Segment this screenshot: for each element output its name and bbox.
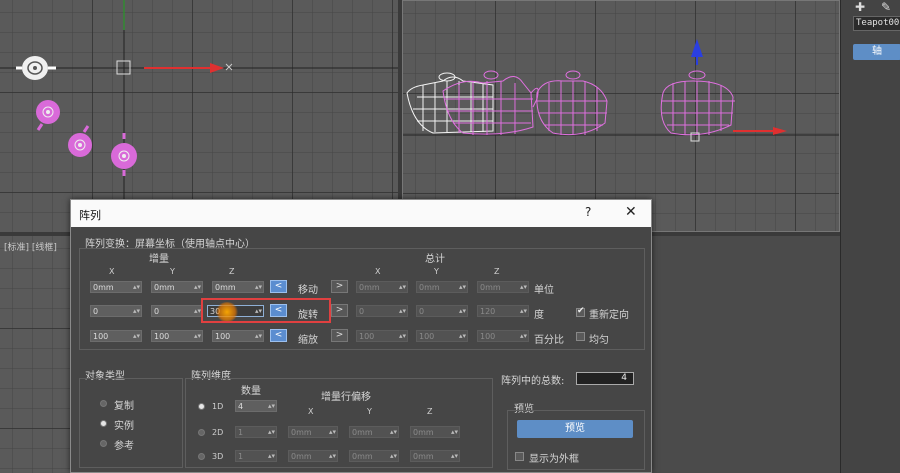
incr-y-header: Y bbox=[170, 267, 175, 276]
front-viewport-scene bbox=[403, 39, 839, 142]
total-in-array-label: 阵列中的总数: bbox=[501, 376, 565, 387]
copy-label: 复制 bbox=[114, 401, 134, 412]
total-rotate-y: 0 ▴▾ bbox=[416, 305, 468, 317]
count-3d: 1 ▴▾ bbox=[235, 450, 277, 462]
total-x-header: X bbox=[375, 267, 381, 276]
array-dialog: 阵列 ? ✕ 阵列变换：屏幕坐标（使用轴点中心） 增量 总计 X Y Z X Y… bbox=[70, 199, 652, 473]
count-1d[interactable]: 4 ▴▾ bbox=[235, 400, 277, 412]
teapot-pink-top-2[interactable] bbox=[68, 125, 92, 157]
incr-rotate-x[interactable]: 0 ▴▾ bbox=[90, 305, 142, 317]
dim-1d-label: 1D bbox=[212, 402, 224, 411]
total-scale-z: 100 ▴▾ bbox=[477, 330, 529, 342]
reference-radio[interactable] bbox=[100, 440, 107, 447]
incr-move-z[interactable]: 0mm ▴▾ bbox=[212, 281, 264, 293]
rotate-right-arrow[interactable]: > bbox=[331, 304, 348, 317]
total-z-header: Z bbox=[494, 267, 500, 276]
increment-label: 增量 bbox=[149, 254, 169, 265]
perspective-viewport[interactable] bbox=[652, 236, 840, 473]
create-plus-icon[interactable]: ✚ bbox=[855, 0, 865, 14]
instance-label: 实例 bbox=[114, 421, 134, 432]
affect-pivot-button[interactable]: 轴 bbox=[853, 44, 900, 60]
modify-icon[interactable]: ✎ bbox=[881, 0, 891, 14]
reference-label: 参考 bbox=[114, 441, 134, 452]
uniform-checkbox[interactable] bbox=[576, 332, 585, 341]
dim-2d-radio[interactable] bbox=[198, 429, 205, 436]
total-move-y: 0mm ▴▾ bbox=[416, 281, 468, 293]
teapot-pink-wire-1[interactable] bbox=[442, 70, 539, 135]
row-offset-label: 增量行偏移 bbox=[321, 392, 371, 403]
move-right-arrow[interactable]: > bbox=[331, 280, 348, 293]
scale-left-arrow[interactable]: < bbox=[270, 329, 287, 342]
object-name-field[interactable]: Teapot001 bbox=[853, 16, 900, 31]
instance-radio[interactable] bbox=[100, 420, 107, 427]
help-button[interactable]: ? bbox=[585, 205, 591, 219]
totals-label: 总计 bbox=[425, 254, 445, 265]
show-as-box-label: 显示为外框 bbox=[529, 454, 579, 465]
uniform-label: 均匀 bbox=[589, 335, 609, 346]
count-label: 数量 bbox=[241, 386, 261, 397]
dialog-title: 阵列 bbox=[79, 209, 101, 222]
close-button[interactable]: ✕ bbox=[625, 204, 637, 220]
incr-x-header: X bbox=[109, 267, 115, 276]
total-rotate-x: 0 ▴▾ bbox=[356, 305, 408, 317]
teapot-pink-wire-3[interactable] bbox=[660, 70, 735, 136]
offset-3d-x: 0mm ▴▾ bbox=[288, 450, 338, 462]
move-left-arrow[interactable]: < bbox=[270, 280, 287, 293]
incr-move-y[interactable]: 0mm ▴▾ bbox=[151, 281, 203, 293]
offset-x-header: X bbox=[308, 407, 314, 416]
count-2d: 1 ▴▾ bbox=[235, 426, 277, 438]
dim-2d-label: 2D bbox=[212, 428, 224, 437]
move-label: 移动 bbox=[298, 285, 318, 296]
offset-3d-z: 0mm ▴▾ bbox=[410, 450, 460, 462]
show-as-box-checkbox[interactable] bbox=[515, 452, 524, 461]
top-viewport-scene bbox=[0, 0, 398, 232]
offset-2d-z: 0mm ▴▾ bbox=[410, 426, 460, 438]
dialog-titlebar[interactable]: 阵列 ? ✕ bbox=[71, 200, 651, 227]
scale-label: 缩放 bbox=[298, 335, 318, 346]
offset-3d-y: 0mm ▴▾ bbox=[349, 450, 399, 462]
offset-2d-x: 0mm ▴▾ bbox=[288, 426, 338, 438]
total-rotate-z: 120 ▴▾ bbox=[477, 305, 529, 317]
annotation-highlight-box bbox=[201, 298, 331, 323]
reorient-checkbox[interactable] bbox=[576, 306, 585, 317]
total-scale-x: 100 ▴▾ bbox=[356, 330, 408, 342]
total-scale-y: 100 ▴▾ bbox=[416, 330, 468, 342]
teapot-pink-wire-2[interactable] bbox=[536, 70, 608, 136]
incr-rotate-y[interactable]: 0 ▴▾ bbox=[151, 305, 203, 317]
offset-z-header: Z bbox=[427, 407, 433, 416]
viewport-label[interactable]: [标准] [线框] bbox=[4, 240, 57, 253]
incr-scale-x[interactable]: 100 ▴▾ bbox=[90, 330, 142, 342]
offset-2d-y: 0mm ▴▾ bbox=[349, 426, 399, 438]
reorient-label: 重新定向 bbox=[589, 310, 629, 321]
degrees-label: 度 bbox=[534, 310, 544, 321]
total-move-z: 0mm ▴▾ bbox=[477, 281, 529, 293]
front-viewport[interactable] bbox=[402, 0, 840, 232]
incr-move-x[interactable]: 0mm ▴▾ bbox=[90, 281, 142, 293]
total-y-header: Y bbox=[434, 267, 439, 276]
teapot-pink-top-1[interactable] bbox=[36, 100, 60, 131]
dim-3d-label: 3D bbox=[212, 452, 224, 461]
copy-radio[interactable] bbox=[100, 400, 107, 407]
incr-scale-y[interactable]: 100 ▴▾ bbox=[151, 330, 203, 342]
percent-label: 百分比 bbox=[534, 335, 564, 346]
dim-1d-radio[interactable] bbox=[198, 403, 205, 410]
incr-z-header: Z bbox=[229, 267, 235, 276]
command-panel: ✚ ✎ Teapot001 轴 bbox=[840, 0, 900, 473]
top-viewport[interactable] bbox=[0, 0, 398, 232]
preview-button[interactable]: 预览 bbox=[517, 420, 633, 438]
total-in-array-field: 4 bbox=[576, 372, 634, 385]
units-label: 单位 bbox=[534, 285, 554, 296]
total-move-x: 0mm ▴▾ bbox=[356, 281, 408, 293]
incr-scale-z[interactable]: 100 ▴▾ bbox=[212, 330, 264, 342]
scale-right-arrow[interactable]: > bbox=[331, 329, 348, 342]
offset-y-header: Y bbox=[367, 407, 372, 416]
teapot-white-top[interactable] bbox=[16, 56, 56, 80]
dim-3d-radio[interactable] bbox=[198, 453, 205, 460]
